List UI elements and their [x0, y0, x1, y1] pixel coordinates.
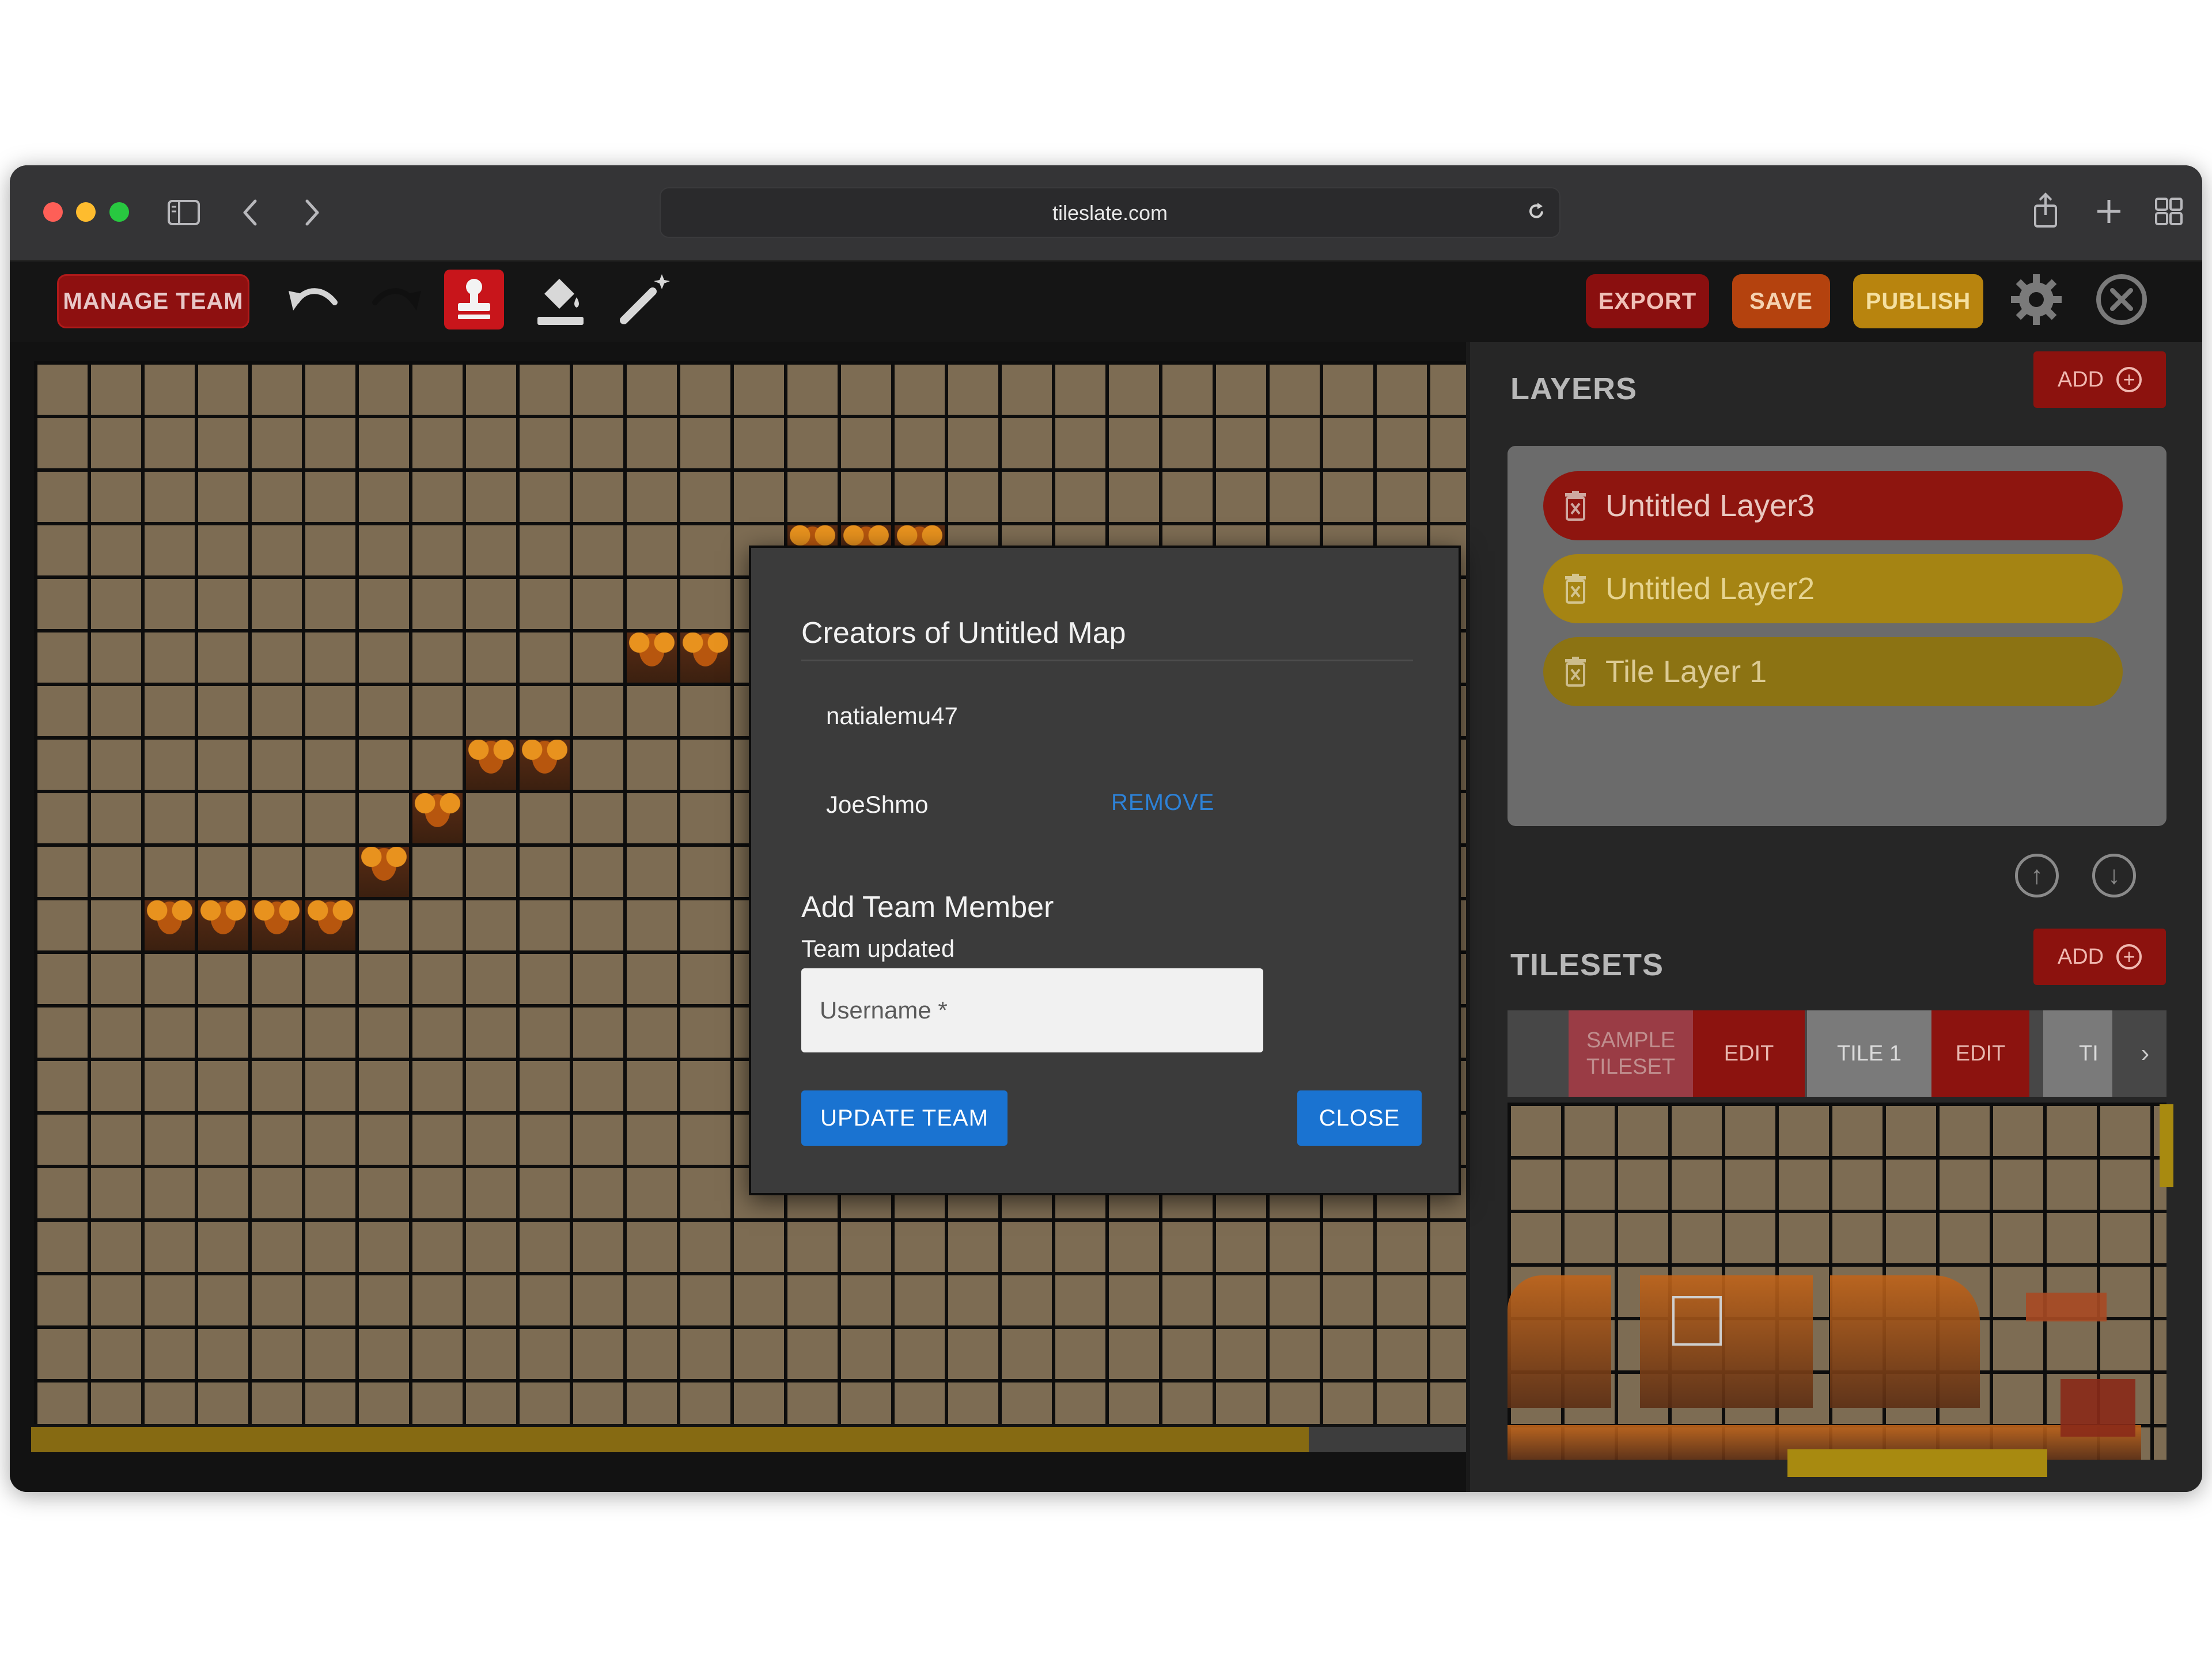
add-layer-label: ADD: [2057, 367, 2104, 392]
tileset-art: [2061, 1379, 2135, 1437]
layers-title: LAYERS: [1510, 372, 1638, 406]
layer-item[interactable]: Untitled Layer3: [1543, 471, 2123, 540]
sidebar-icon[interactable]: [166, 195, 201, 230]
forward-icon[interactable]: [298, 195, 327, 230]
fill-bucket-icon[interactable]: [531, 270, 590, 329]
layer-label: Untitled Layer2: [1605, 571, 1815, 606]
placed-tile[interactable]: [141, 897, 195, 950]
placed-tile[interactable]: [302, 897, 355, 950]
save-button[interactable]: SAVE: [1732, 274, 1830, 328]
update-team-button[interactable]: UPDATE TEAM: [801, 1090, 1007, 1146]
publish-button[interactable]: PUBLISH: [1853, 274, 1983, 328]
placed-tile[interactable]: [463, 736, 516, 790]
placed-tile[interactable]: [409, 790, 463, 843]
browser-titlebar: tileslate.com: [10, 165, 2202, 262]
add-tileset-label: ADD: [2057, 944, 2104, 969]
trash-icon[interactable]: [1564, 657, 1587, 687]
tilesets-title: TILESETS: [1510, 948, 1664, 982]
share-icon[interactable]: [2031, 192, 2061, 229]
map-scrollbar-thumb[interactable]: [31, 1427, 1309, 1452]
status-message: Team updated: [801, 935, 955, 962]
remove-member-button[interactable]: REMOVE: [1111, 790, 1214, 816]
placed-tile[interactable]: [677, 629, 730, 683]
placed-tile[interactable]: [623, 629, 677, 683]
tab-tile-1[interactable]: TILE 1: [1807, 1010, 1931, 1097]
trash-icon[interactable]: [1564, 574, 1587, 604]
username-input[interactable]: [801, 968, 1263, 1052]
placed-tile[interactable]: [355, 843, 409, 897]
tileset-selection-box: [1672, 1296, 1722, 1346]
close-icon[interactable]: [2092, 270, 2152, 329]
tab-partial[interactable]: TI: [2043, 1010, 2112, 1097]
tileset-tabs: SAMPLE TILESET EDIT TILE 1 EDIT TI ›: [1508, 1010, 2166, 1097]
tileset-art: [2026, 1293, 2107, 1321]
settings-icon[interactable]: [2006, 270, 2066, 329]
move-layer-down-icon[interactable]: ↓: [2092, 854, 2136, 897]
tab-sample-tileset[interactable]: SAMPLE TILESET: [1569, 1010, 1693, 1097]
tileset-vertical-scrollbar[interactable]: [2160, 1104, 2173, 1187]
layers-list: Untitled Layer3 Untitled Layer2 Tile Lay…: [1508, 446, 2166, 826]
browser-window: tileslate.com MANAGE TEAM EXPORT SAVE PU…: [10, 165, 2202, 1492]
tileset-art: [1830, 1275, 1980, 1408]
reload-icon[interactable]: [1525, 200, 1548, 223]
app-toolbar: MANAGE TEAM EXPORT SAVE PUBLISH: [10, 262, 2202, 342]
maximize-window-button[interactable]: [109, 202, 129, 222]
tileset-art: [1640, 1275, 1813, 1408]
redo-icon[interactable]: [367, 270, 427, 329]
layer-label: Tile Layer 1: [1605, 654, 1767, 689]
back-icon[interactable]: [236, 195, 264, 230]
layer-item[interactable]: Tile Layer 1: [1543, 637, 2123, 706]
address-bar[interactable]: tileslate.com: [660, 187, 1560, 238]
tileset-horizontal-scrollbar[interactable]: [1787, 1449, 2047, 1477]
stamp-icon[interactable]: [444, 270, 504, 329]
team-dialog: Creators of Untitled Map natialemu47 Joe…: [749, 546, 1461, 1195]
new-tab-icon[interactable]: [2093, 195, 2125, 228]
chevron-right-icon[interactable]: ›: [2124, 1010, 2166, 1097]
undo-icon[interactable]: [283, 270, 343, 329]
tab-overview-icon[interactable]: [2153, 195, 2185, 228]
tab-edit-button[interactable]: EDIT: [1931, 1010, 2029, 1097]
tab-edit-button[interactable]: EDIT: [1693, 1010, 1805, 1097]
placed-tile[interactable]: [195, 897, 248, 950]
close-dialog-button[interactable]: CLOSE: [1297, 1090, 1422, 1146]
placed-tile[interactable]: [248, 897, 302, 950]
layer-label: Untitled Layer3: [1605, 488, 1815, 523]
placed-tile[interactable]: [516, 736, 570, 790]
plus-circle-icon: +: [2116, 367, 2142, 392]
url-text: tileslate.com: [1052, 201, 1168, 225]
add-member-title: Add Team Member: [801, 891, 1054, 924]
dialog-title: Creators of Untitled Map: [801, 616, 1126, 650]
tileset-art: [1508, 1275, 1611, 1408]
dialog-divider: [801, 660, 1413, 661]
team-member-name: JoeShmo: [826, 791, 929, 818]
add-tileset-button[interactable]: ADD +: [2033, 929, 2166, 985]
manage-team-button[interactable]: MANAGE TEAM: [57, 274, 249, 328]
layer-item[interactable]: Untitled Layer2: [1543, 554, 2123, 623]
move-layer-up-icon[interactable]: ↑: [2015, 854, 2059, 897]
minimize-window-button[interactable]: [76, 202, 96, 222]
add-layer-button[interactable]: ADD +: [2033, 351, 2166, 408]
right-panel: LAYERS ADD + Untitled Layer3 Untitled La…: [1470, 342, 2202, 1492]
close-window-button[interactable]: [43, 202, 63, 222]
team-member-name: natialemu47: [826, 702, 958, 729]
tileset-preview[interactable]: [1508, 1103, 2166, 1460]
trash-icon[interactable]: [1564, 491, 1587, 521]
magic-wand-icon[interactable]: [615, 270, 675, 329]
export-button[interactable]: EXPORT: [1586, 274, 1709, 328]
plus-circle-icon: +: [2116, 944, 2142, 969]
